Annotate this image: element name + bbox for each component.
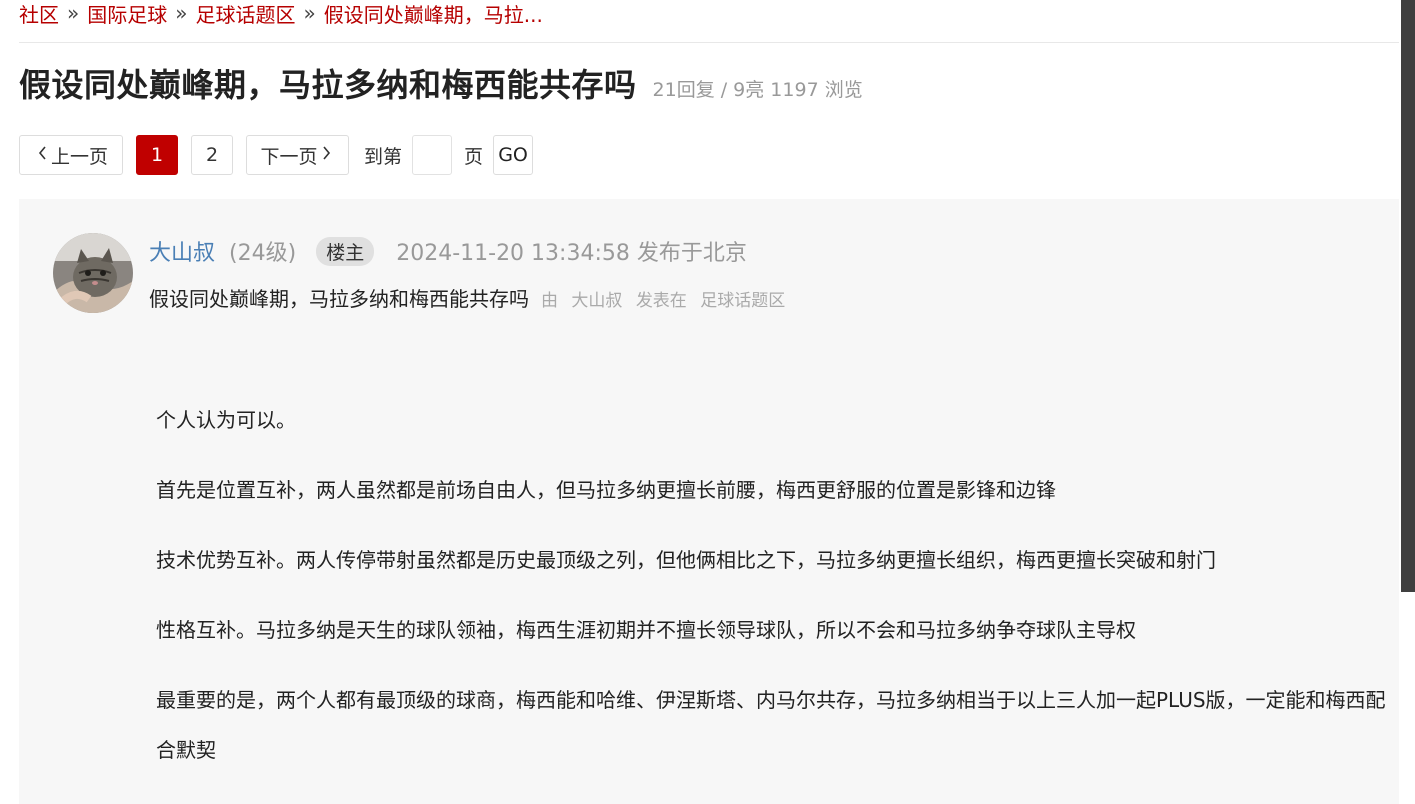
chevron-left-icon	[38, 146, 47, 164]
prev-page-label: 上一页	[50, 145, 108, 168]
post-title: 假设同处巅峰期，马拉多纳和梅西能共存吗	[149, 287, 529, 311]
post-paragraph: 个人认为可以。	[156, 408, 296, 432]
thread-stats: 21回复 / 9亮 1197 浏览	[652, 79, 863, 101]
first-post: 大山叔 (24级) 楼主 2024-11-20 13:34:58 发布于北京 假…	[19, 199, 1399, 804]
post-paragraph: 最重要的是，两个人都有最顶级的球商，梅西能和哈维、伊涅斯塔、内马尔共存，马拉多纳…	[156, 688, 1386, 762]
page: 社区 » 国际足球 » 足球话题区 » 假设同处巅峰期，马拉... 假设同处巅峰…	[0, 0, 1415, 804]
username-link[interactable]: 大山叔	[149, 235, 215, 267]
divider	[19, 42, 1399, 43]
op-badge: 楼主	[316, 236, 375, 266]
post-paragraph: 性格互补。马拉多纳是天生的球队领袖，梅西生涯初期并不擅长领导球队，所以不会和马拉…	[156, 618, 1136, 642]
go-button[interactable]: GO	[493, 135, 534, 175]
post-paragraph: 首先是位置互补，两人虽然都是前场自由人，但马拉多纳更擅长前腰，梅西更舒服的位置是…	[156, 478, 1056, 502]
breadcrumb: 社区 » 国际足球 » 足球话题区 » 假设同处巅峰期，马拉...	[19, 0, 543, 28]
posted-in-label: 发表在	[635, 291, 687, 311]
breadcrumb-link-community[interactable]: 社区	[19, 0, 59, 28]
next-page-label: 下一页	[260, 145, 318, 168]
scrollbar[interactable]	[1401, 0, 1415, 804]
goto-label: 到第	[364, 145, 403, 168]
page-number-input[interactable]	[412, 135, 453, 175]
breadcrumb-link-football-topics[interactable]: 足球话题区	[196, 0, 296, 28]
by-label: 由	[541, 291, 558, 311]
post-timestamp: 2024-11-20 13:34:58 发布于北京	[396, 241, 747, 266]
author-link[interactable]: 大山叔	[571, 291, 622, 311]
next-page-button[interactable]: 下一页	[246, 135, 349, 175]
post-content: 个人认为可以。 首先是位置互补，两人虽然都是前场自由人，但马拉多纳更擅长前腰，梅…	[156, 395, 1396, 795]
breadcrumb-separator: »	[175, 1, 188, 25]
chevron-right-icon	[322, 146, 331, 164]
breadcrumb-link-current-thread[interactable]: 假设同处巅峰期，马拉...	[324, 0, 543, 28]
forum-link[interactable]: 足球话题区	[700, 291, 785, 311]
page-button-1[interactable]: 1	[136, 135, 178, 175]
page-button-2[interactable]: 2	[191, 135, 233, 175]
pagination: 上一页 1 2 下一页 到第 页 GO	[19, 134, 534, 176]
thread-title: 假设同处巅峰期，马拉多纳和梅西能共存吗	[19, 66, 637, 104]
breadcrumb-separator: »	[67, 1, 80, 25]
post-source: 由 大山叔 发表在 足球话题区	[541, 286, 793, 311]
post-meta: 大山叔 (24级) 楼主 2024-11-20 13:34:58 发布于北京	[149, 235, 747, 267]
avatar-cat-image	[53, 233, 133, 313]
avatar[interactable]	[53, 233, 133, 313]
thread-header: 假设同处巅峰期，马拉多纳和梅西能共存吗 21回复 / 9亮 1197 浏览	[19, 60, 863, 106]
prev-page-button[interactable]: 上一页	[19, 135, 123, 175]
user-level: (24级)	[229, 241, 297, 266]
page-suffix-label: 页	[464, 145, 484, 168]
post-subtitle-row: 假设同处巅峰期，马拉多纳和梅西能共存吗 由 大山叔 发表在 足球话题区	[149, 283, 793, 312]
breadcrumb-separator: »	[303, 1, 316, 25]
breadcrumb-link-intl-football[interactable]: 国际足球	[87, 0, 167, 28]
scrollbar-thumb[interactable]	[1401, 0, 1415, 592]
post-paragraph: 技术优势互补。两人传停带射虽然都是历史最顶级之列，但他俩相比之下，马拉多纳更擅长…	[156, 548, 1216, 572]
